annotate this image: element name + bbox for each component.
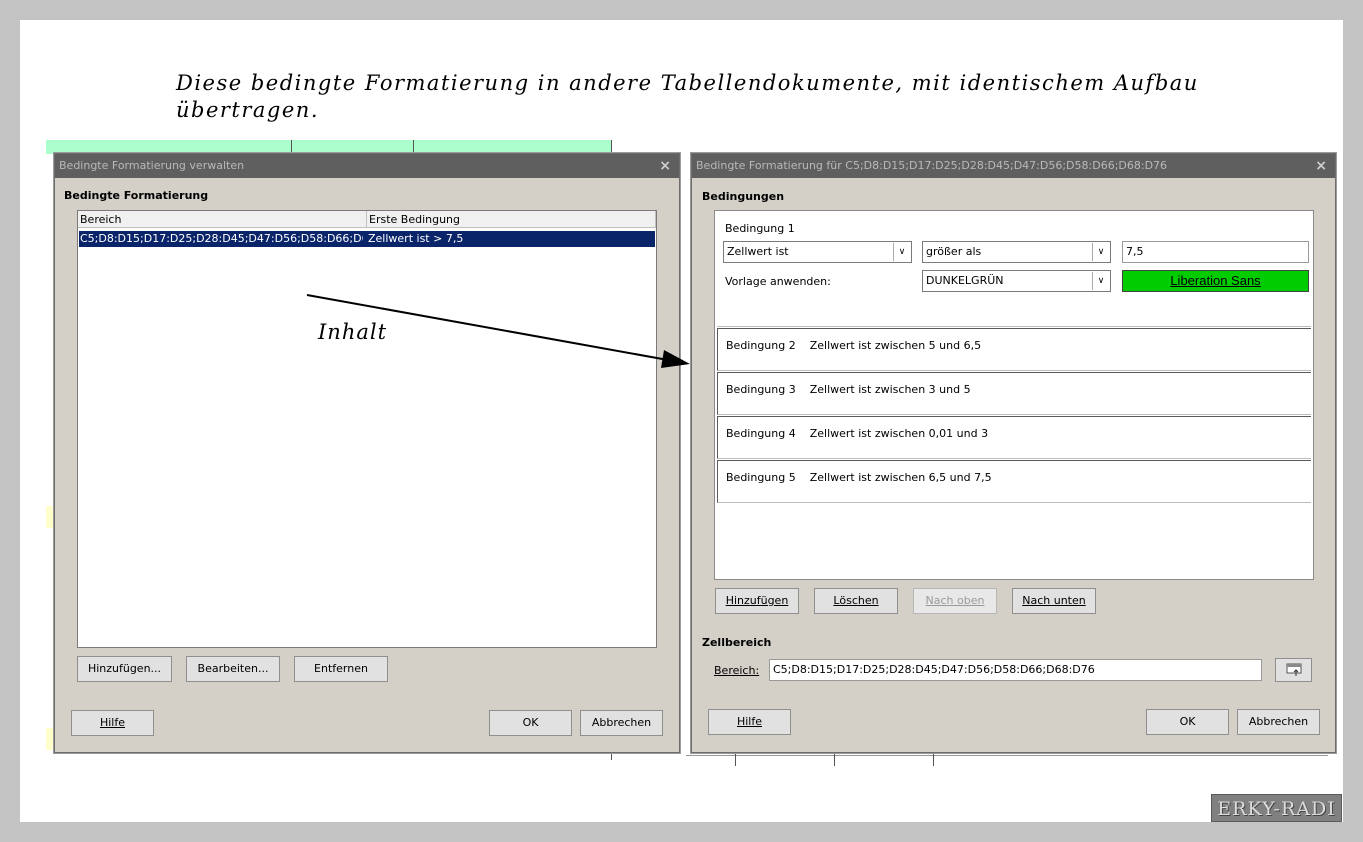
watermark-logo: ERKY-RADI — [1211, 794, 1342, 822]
annotation-label: Inhalt — [318, 320, 388, 344]
annotation-arrow — [306, 294, 690, 368]
